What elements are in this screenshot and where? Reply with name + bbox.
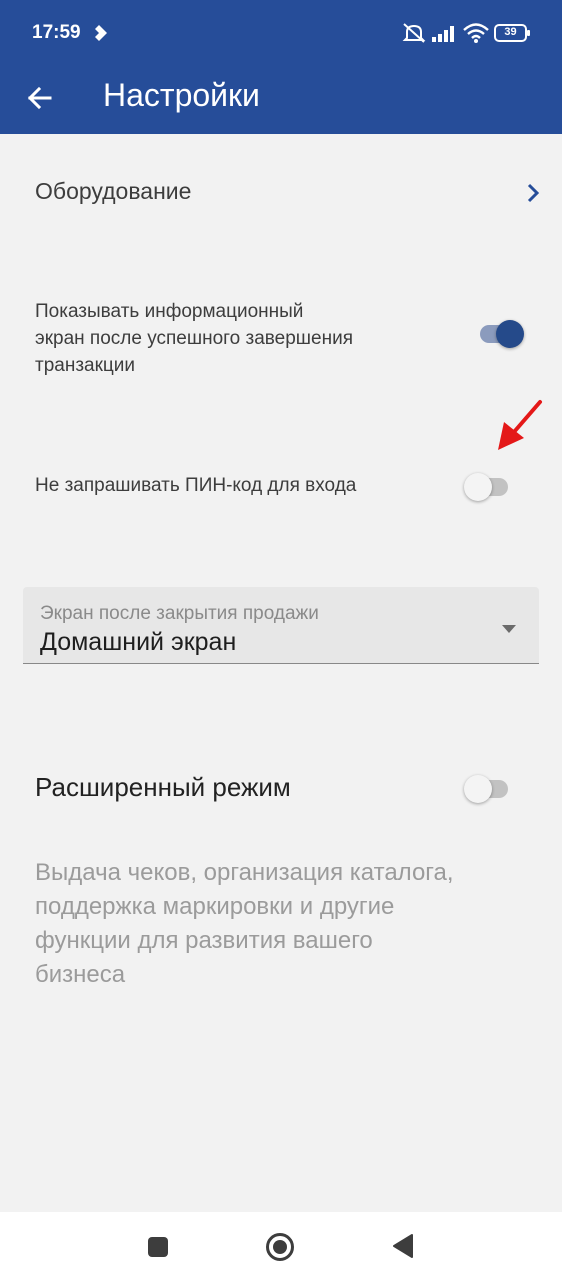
signal-icon: [432, 24, 458, 47]
after-sale-screen-dropdown[interactable]: Экран после закрытия продажи Домашний эк…: [23, 587, 539, 664]
status-time: 17:59: [32, 22, 81, 43]
chevron-down-icon: [501, 621, 517, 639]
show-info-screen-label: Показывать информационный экран после ус…: [35, 301, 353, 376]
home-circle-icon[interactable]: [265, 1232, 295, 1267]
equipment-label: Оборудование: [35, 178, 192, 204]
back-button[interactable]: [18, 76, 62, 120]
mute-icon: [402, 22, 426, 49]
app-bar: Настройки: [0, 66, 562, 134]
extended-mode-description: Выдача чеков, организация каталога, подд…: [35, 859, 454, 988]
annotation-arrow-icon: [496, 398, 544, 457]
battery-icon: 39: [494, 24, 532, 42]
recents-square-icon[interactable]: [147, 1236, 169, 1263]
chevron-right-icon: [526, 182, 540, 209]
wifi-icon: [463, 22, 489, 49]
status-bar: 17:59 39: [0, 0, 562, 66]
system-nav-bar: [0, 1212, 562, 1280]
back-triangle-icon[interactable]: [392, 1233, 414, 1264]
battery-level: 39: [504, 26, 517, 38]
after-sale-screen-label: Экран после закрытия продажи: [40, 603, 319, 624]
arrow-left-icon: [26, 84, 54, 117]
show-info-screen-toggle[interactable]: [476, 315, 524, 349]
after-sale-screen-value: Домашний экран: [40, 628, 237, 656]
extended-mode-label: Расширенный режим: [35, 772, 291, 802]
extended-mode-toggle[interactable]: [464, 770, 512, 804]
settings-item-no-pin: Не запрашивать ПИН-код для входа: [0, 458, 562, 514]
page-title: Настройки: [103, 77, 260, 113]
settings-item-extended-mode: Расширенный режим: [0, 760, 562, 816]
no-pin-toggle[interactable]: [464, 468, 512, 502]
no-pin-label: Не запрашивать ПИН-код для входа: [35, 475, 357, 496]
settings-item-show-info-screen: Показывать информационный экран после ус…: [0, 290, 562, 380]
settings-item-equipment[interactable]: Оборудование: [0, 150, 562, 236]
notification-icon: [90, 24, 108, 47]
